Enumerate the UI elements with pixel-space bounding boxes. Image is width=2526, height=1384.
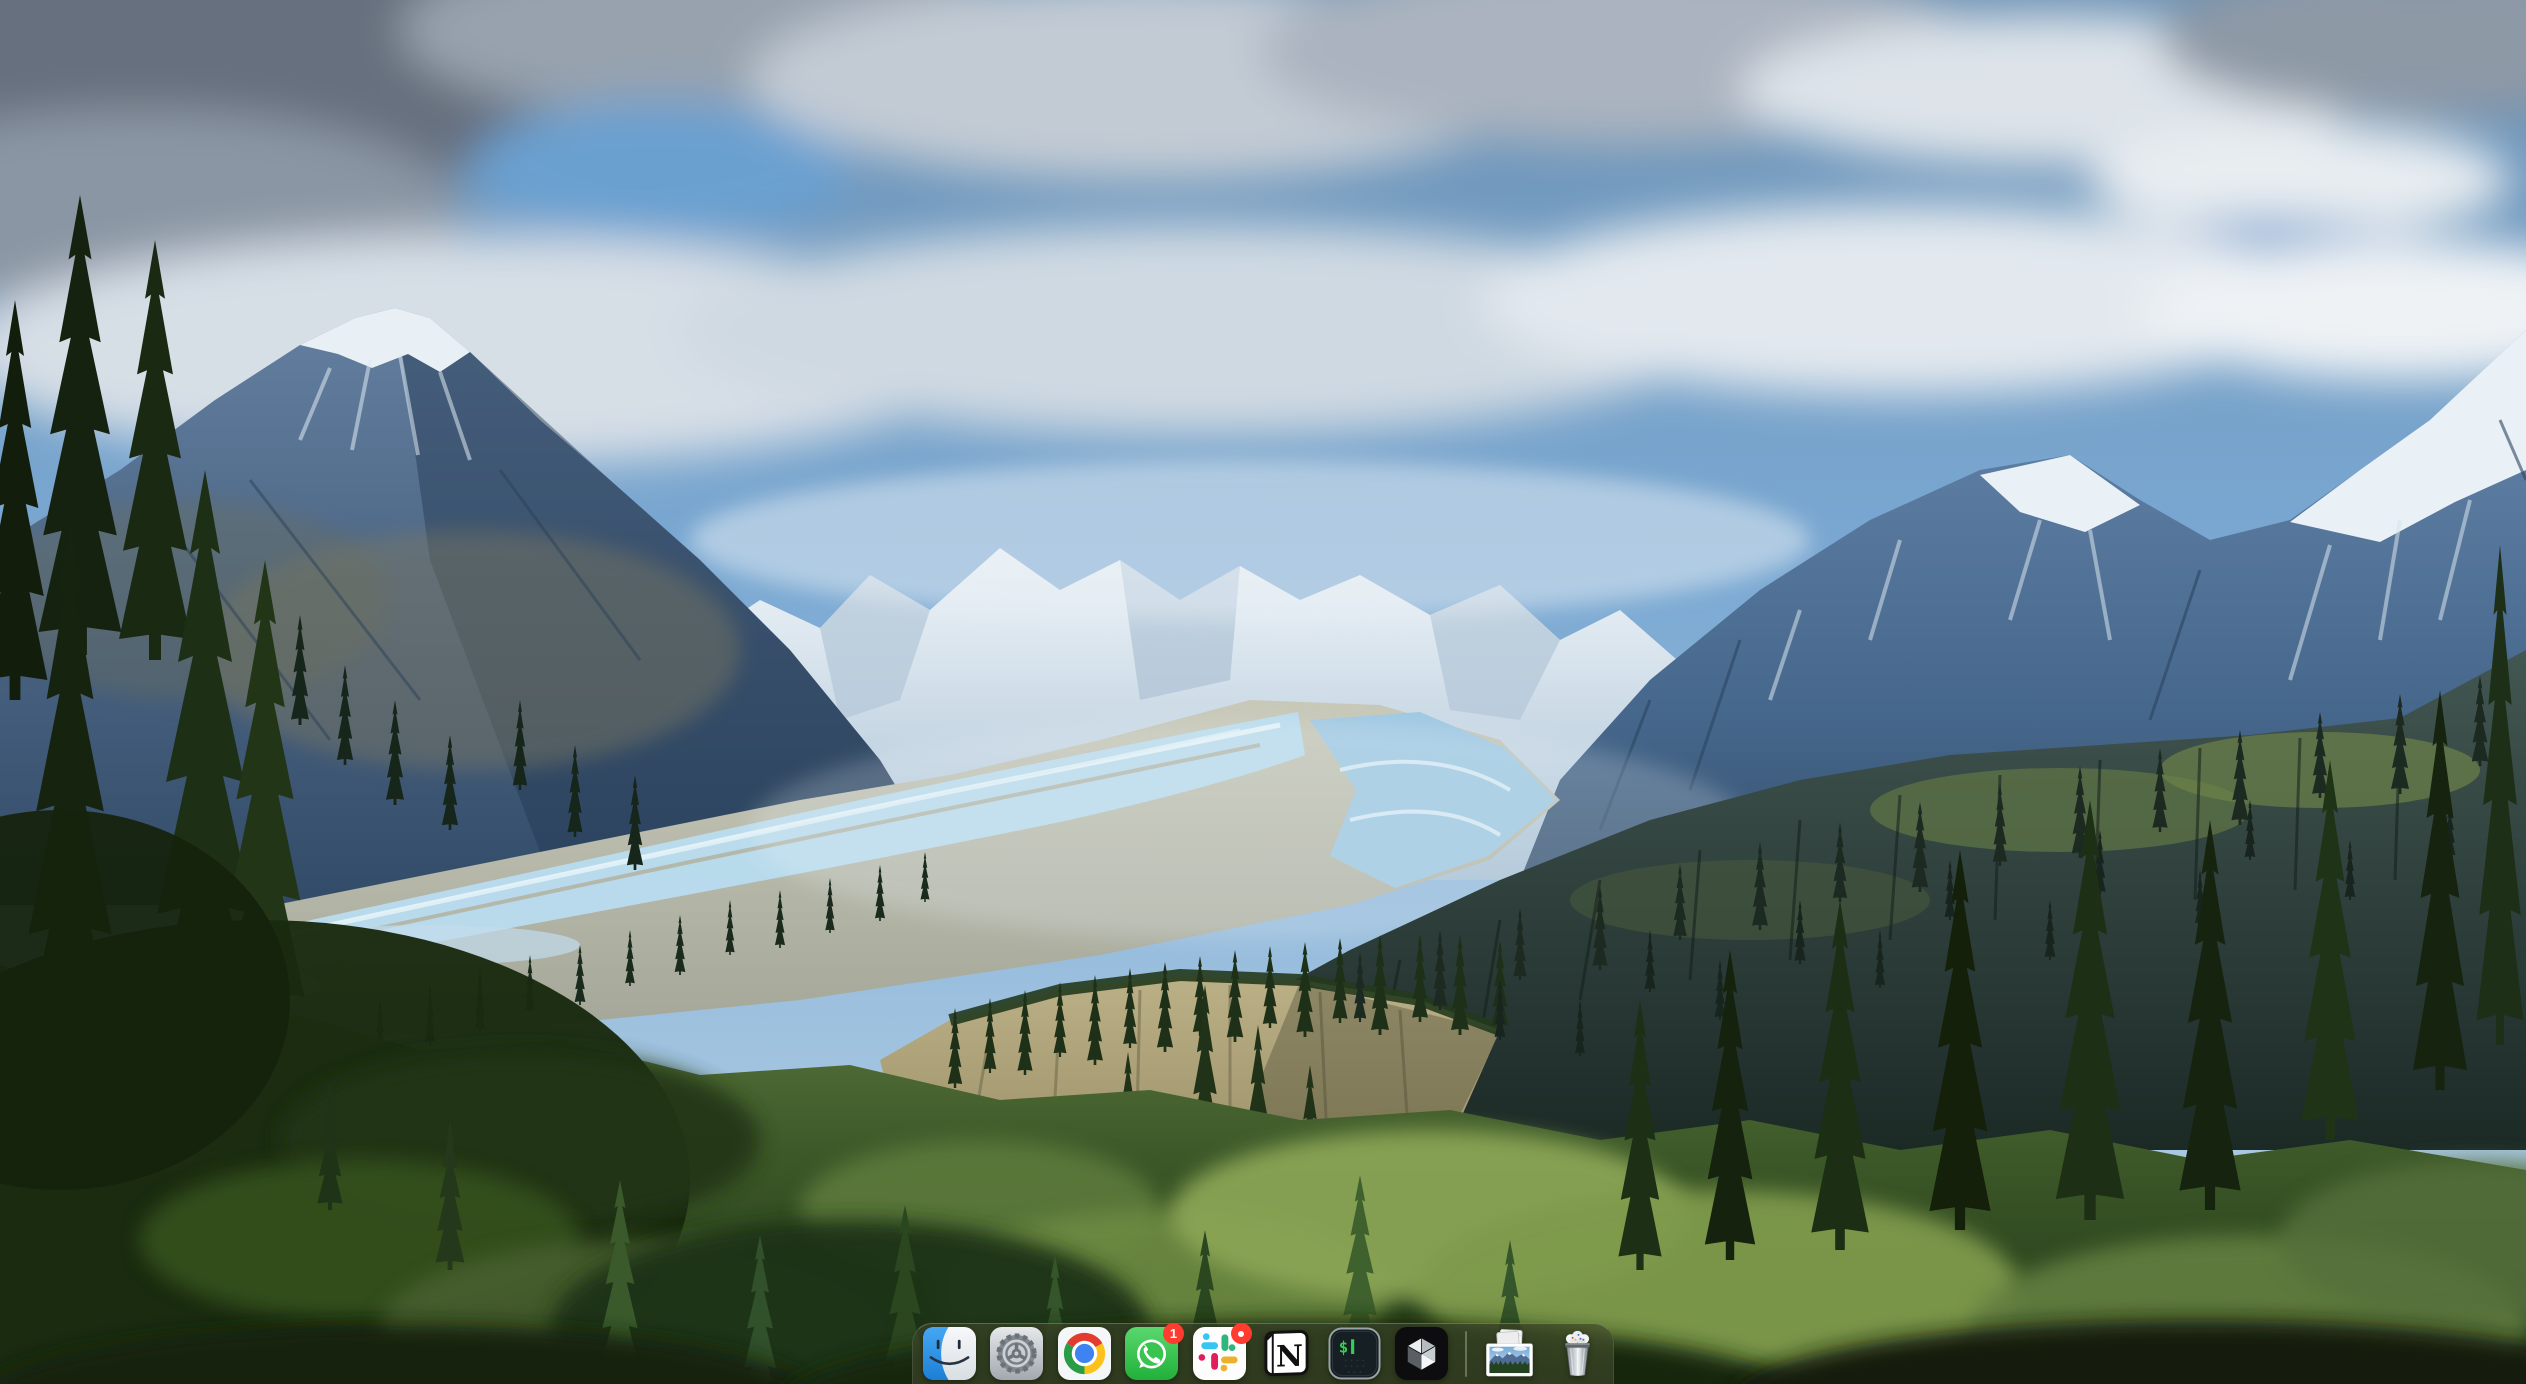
dock-item-slack[interactable] xyxy=(1193,1327,1246,1380)
svg-text:$: $ xyxy=(1338,1338,1347,1357)
dock: 1 N xyxy=(912,1323,1614,1384)
whatsapp-notification-badge: 1 xyxy=(1163,1323,1184,1344)
wallpaper-image xyxy=(0,0,2526,1384)
desktop[interactable]: 1 N xyxy=(0,0,2526,1384)
gear-icon xyxy=(990,1327,1043,1380)
dock-item-trash[interactable] xyxy=(1551,1327,1604,1380)
dock-item-whatsapp[interactable]: 1 xyxy=(1125,1327,1178,1380)
dock-item-system-settings[interactable] xyxy=(990,1327,1043,1380)
dock-item-finder[interactable] xyxy=(923,1327,976,1380)
cursor-cube-icon xyxy=(1395,1327,1448,1380)
terminal-icon: $ xyxy=(1328,1327,1381,1380)
dock-item-terminal[interactable]: $ xyxy=(1328,1327,1381,1380)
dock-item-cursor[interactable] xyxy=(1395,1327,1448,1380)
finder-icon xyxy=(923,1327,976,1380)
dock-item-chrome[interactable] xyxy=(1058,1327,1111,1380)
chrome-icon xyxy=(1058,1327,1111,1380)
svg-text:N: N xyxy=(1276,1338,1303,1374)
downloads-stack-icon xyxy=(1483,1327,1536,1380)
dock-item-downloads[interactable] xyxy=(1483,1327,1536,1380)
dock-item-notion[interactable]: N xyxy=(1260,1327,1313,1380)
notion-icon: N xyxy=(1260,1327,1313,1380)
dock-separator xyxy=(1465,1331,1467,1377)
trash-full-icon xyxy=(1551,1327,1604,1380)
slack-notification-badge xyxy=(1231,1323,1252,1344)
